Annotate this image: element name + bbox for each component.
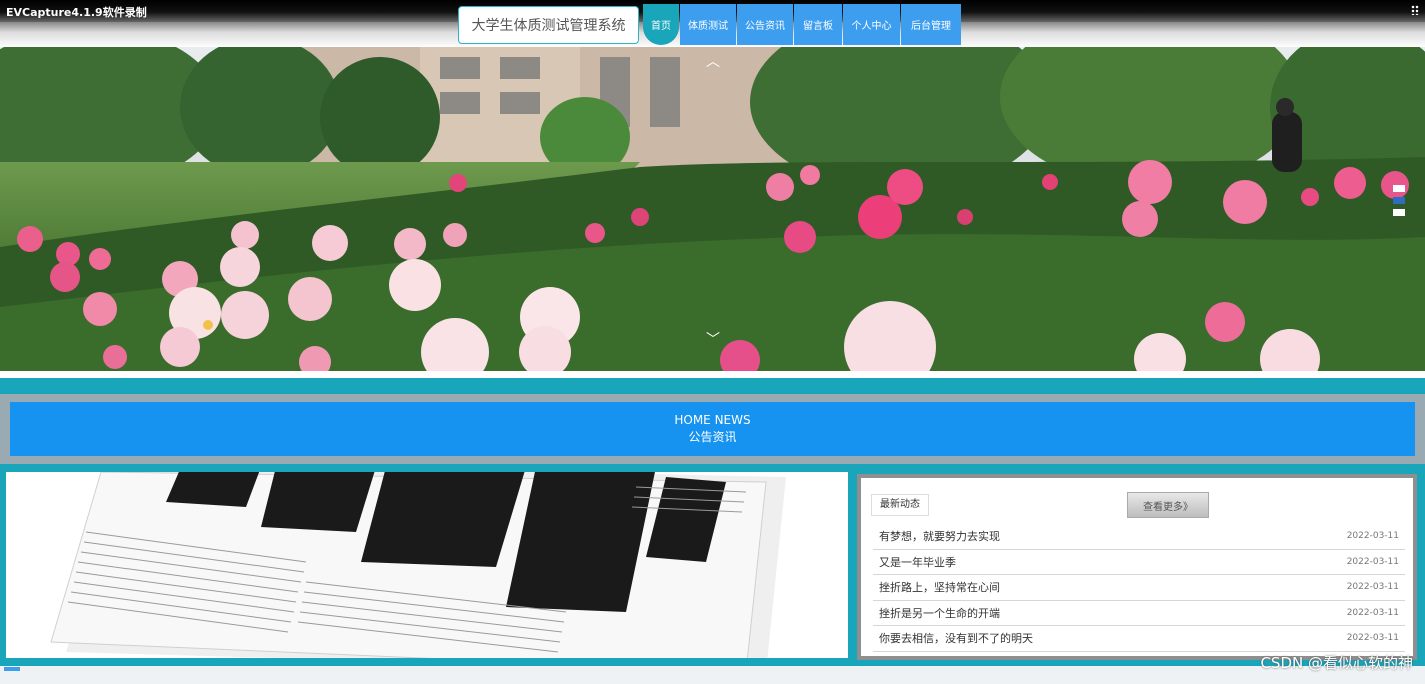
latest-news-panel: 最新动态 查看更多》 有梦想，就要努力去实现 2022-03-11 又是一年毕业…: [857, 474, 1417, 660]
nav-item-profile[interactable]: 个人中心: [843, 4, 900, 45]
news-item-title[interactable]: 有梦想，就要努力去实现: [879, 528, 1000, 544]
news-list: 有梦想，就要努力去实现 2022-03-11 又是一年毕业季 2022-03-1…: [873, 524, 1405, 652]
news-item-title[interactable]: 挫折是另一个生命的开端: [879, 605, 1000, 621]
news-item-date: 2022-03-11: [1346, 556, 1399, 567]
nav-item-message-board[interactable]: 留言板: [794, 4, 842, 45]
news-image: [6, 472, 848, 658]
news-list-item[interactable]: 挫折路上，坚持常在心间 2022-03-11: [873, 575, 1405, 601]
nav-item-announcements[interactable]: 公告资讯: [737, 4, 793, 45]
news-item-date: 2022-03-11: [1346, 582, 1399, 593]
news-list-item[interactable]: 挫折是另一个生命的开端 2022-03-11: [873, 601, 1405, 626]
grip-icon[interactable]: [1411, 5, 1419, 15]
site-title[interactable]: 大学生体质测试管理系统: [458, 6, 639, 44]
news-item-date: 2022-03-11: [1346, 607, 1399, 618]
news-section-header: HOME NEWS 公告资讯: [0, 394, 1425, 464]
view-more-button[interactable]: 查看更多》: [1127, 492, 1209, 518]
nav-item-home[interactable]: 首页: [643, 4, 679, 45]
carousel-dot[interactable]: [1393, 185, 1405, 192]
news-item-date: 2022-03-11: [1346, 531, 1399, 542]
scroll-progress: [4, 667, 20, 671]
news-list-item[interactable]: 又是一年毕业季 2022-03-11: [873, 550, 1405, 575]
news-list-item[interactable]: 你要去相信，没有到不了的明天 2022-03-11: [873, 626, 1405, 652]
news-item-title[interactable]: 挫折路上，坚持常在心间: [879, 579, 1000, 595]
news-section-title-box: HOME NEWS 公告资讯: [10, 402, 1415, 456]
main-nav: 首页 体质测试 公告资讯 留言板 个人中心 后台管理: [643, 4, 961, 45]
watermark: CSDN @看似心软的神: [1260, 654, 1413, 672]
section-divider: [0, 378, 1425, 394]
carousel-dot[interactable]: [1393, 209, 1405, 216]
nav-item-fitness-test[interactable]: 体质测试: [680, 4, 736, 45]
capture-title: EVCapture4.1.9软件录制: [6, 6, 147, 19]
news-item-title[interactable]: 又是一年毕业季: [879, 554, 956, 570]
news-title-cn: 公告资讯: [688, 430, 737, 444]
latest-news-tag[interactable]: 最新动态: [871, 494, 929, 516]
news-item-title[interactable]: 你要去相信，没有到不了的明天: [879, 630, 1033, 646]
carousel-indicators: [1393, 185, 1405, 216]
chevron-up-icon[interactable]: ︿: [703, 55, 723, 69]
news-content: 最新动态 查看更多》 有梦想，就要努力去实现 2022-03-11 又是一年毕业…: [0, 464, 1425, 666]
page-bottom-strip: [0, 666, 1425, 684]
news-item-date: 2022-03-11: [1346, 633, 1399, 644]
carousel-dot-active[interactable]: [1393, 197, 1405, 204]
banner-image: [0, 47, 1425, 371]
news-title-en: HOME NEWS: [674, 413, 751, 427]
nav-item-admin[interactable]: 后台管理: [901, 4, 961, 45]
banner-carousel[interactable]: ︿ ﹀: [0, 47, 1425, 371]
chevron-down-icon[interactable]: ﹀: [703, 333, 723, 347]
news-list-item[interactable]: 有梦想，就要努力去实现 2022-03-11: [873, 524, 1405, 550]
